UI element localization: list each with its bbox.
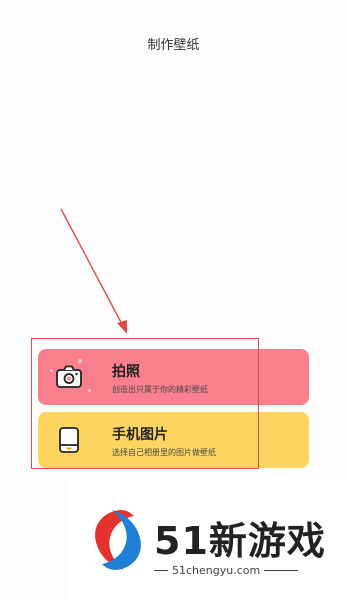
decor-dot [88,389,91,392]
camera-icon [54,362,84,392]
phone-gallery-icon [54,425,84,455]
take-photo-subtitle: 创造出只属于你的精彩壁纸 [112,385,208,394]
watermark-brand: 51新游戏 [154,519,326,563]
watermark-url: 51chengyu.com [172,564,261,577]
divider [154,570,168,571]
watermark-logo-icon [90,508,146,576]
phone-gallery-label: 手机图片 [112,427,168,443]
decor-dot [50,369,53,372]
phone-gallery-subtitle: 选择自己相册里的图片做壁纸 [112,448,216,457]
page-title: 制作壁纸 [147,38,200,53]
watermark: 51新游戏 51chengyu.com [68,480,347,600]
take-photo-option[interactable]: 拍照 创造出只属于你的精彩壁纸 [38,349,309,405]
phone-gallery-option[interactable]: 手机图片 选择自己相册里的图片做壁纸 [38,412,309,468]
take-photo-label: 拍照 [112,364,140,380]
divider [264,570,298,571]
